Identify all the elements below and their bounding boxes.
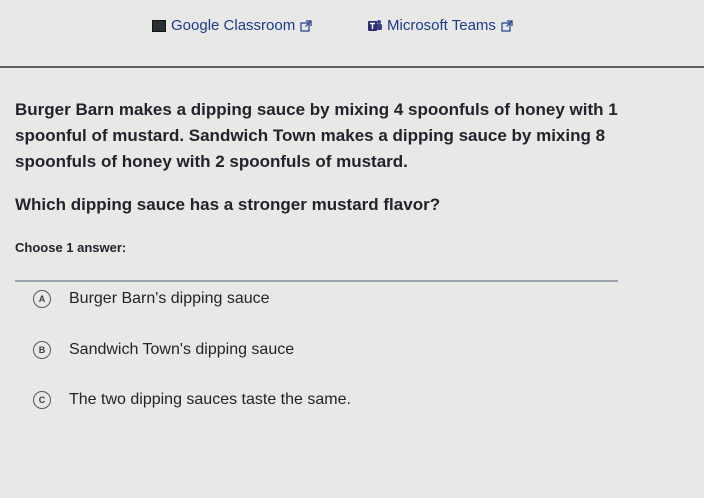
choices-divider [15,280,618,282]
choice-c[interactable]: C The two dipping sauces taste the same. [33,391,351,409]
choice-a-text: Burger Barn's dipping sauce [69,290,270,307]
choice-b-text: Sandwich Town's dipping sauce [69,341,295,358]
radio-b[interactable]: B [33,341,51,359]
choice-b[interactable]: B Sandwich Town's dipping sauce [33,341,294,359]
question-prompt: Which dipping sauce has a stronger musta… [15,195,441,214]
radio-c[interactable]: C [33,391,51,409]
question-text: Burger Barn makes a dipping sauce by mix… [15,100,618,171]
header-divider [0,66,704,68]
share-bar: Google Classroom Microsoft Teams [0,0,704,64]
google-classroom-share-link[interactable]: Google Classroom [152,17,312,34]
radio-a[interactable]: A [33,290,51,308]
choice-a[interactable]: A Burger Barn's dipping sauce [33,290,270,308]
google-classroom-label: Google Classroom [171,17,296,34]
external-link-icon [300,19,312,32]
microsoft-teams-icon [368,20,382,31]
choice-c-text: The two dipping sauces taste the same. [69,391,351,408]
external-link-icon [501,19,513,32]
google-classroom-icon [152,19,166,32]
choose-label: Choose 1 answer: [15,240,127,255]
microsoft-teams-share-link[interactable]: Microsoft Teams [368,17,513,34]
microsoft-teams-label: Microsoft Teams [387,17,496,34]
